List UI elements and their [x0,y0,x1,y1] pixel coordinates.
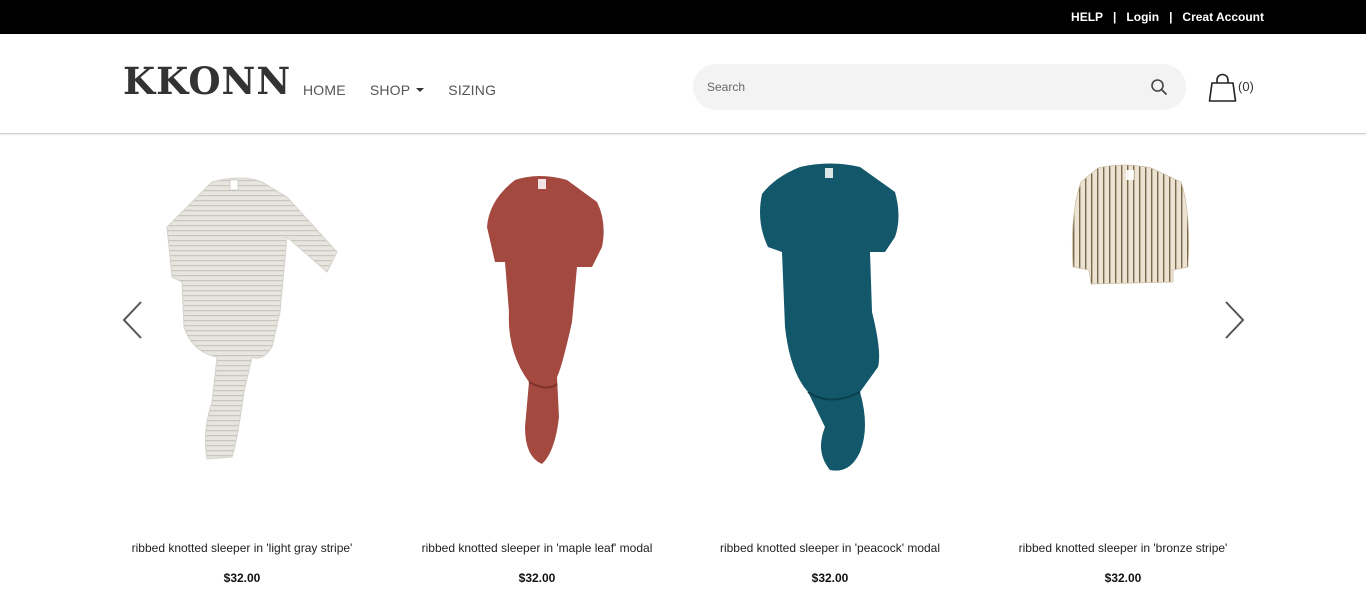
account-links: HELP | Login | Creat Account [1071,0,1264,34]
nav-home[interactable]: HOME [303,82,346,98]
product-image[interactable] [407,152,667,492]
product-card[interactable]: ribbed knotted sleeper in 'bronze stripe… [993,152,1253,585]
product-name[interactable]: ribbed knotted sleeper in 'maple leaf' m… [387,541,687,555]
site-header: KKONN HOME SHOP SIZING (0) [0,34,1366,134]
product-name[interactable]: ribbed knotted sleeper in 'bronze stripe… [973,541,1273,555]
product-card[interactable]: ribbed knotted sleeper in 'peacock' moda… [700,152,960,585]
nav-shop-label: SHOP [369,82,411,98]
product-name[interactable]: ribbed knotted sleeper in 'light gray st… [92,541,392,555]
separator: | [1169,10,1173,24]
search-icon[interactable] [1150,78,1168,96]
nav-sizing[interactable]: SIZING [448,82,496,98]
product-image[interactable] [700,152,960,492]
product-image[interactable] [112,152,372,492]
product-price: $32.00 [811,571,849,585]
product-card[interactable]: ribbed knotted sleeper in 'maple leaf' m… [407,152,667,585]
help-link[interactable]: HELP [1071,10,1103,24]
nav-home-label: HOME [303,82,346,98]
cart-count: (0) [1238,78,1254,94]
product-name[interactable]: ribbed knotted sleeper in 'peacock' moda… [680,541,980,555]
separator: | [1113,10,1117,24]
product-price: $32.00 [1104,571,1142,585]
nav-shop[interactable]: SHOP [369,82,425,98]
caret-down-icon [416,88,425,92]
product-price: $32.00 [518,571,556,585]
top-bar: HELP | Login | Creat Account [0,0,1366,34]
site-logo[interactable]: KKONN [123,59,291,103]
search-bar [693,64,1186,110]
search-input[interactable] [707,64,1127,110]
product-price: $32.00 [223,571,261,585]
cart-button[interactable]: (0) [1208,72,1254,104]
product-card[interactable]: ribbed knotted sleeper in 'light gray st… [112,152,372,585]
login-link[interactable]: Login [1126,10,1159,24]
shopping-bag-icon [1208,73,1237,102]
main-nav: HOME SHOP SIZING [303,82,520,98]
create-account-link[interactable]: Creat Account [1182,10,1264,24]
nav-sizing-label: SIZING [448,82,497,98]
product-image[interactable] [993,152,1253,492]
